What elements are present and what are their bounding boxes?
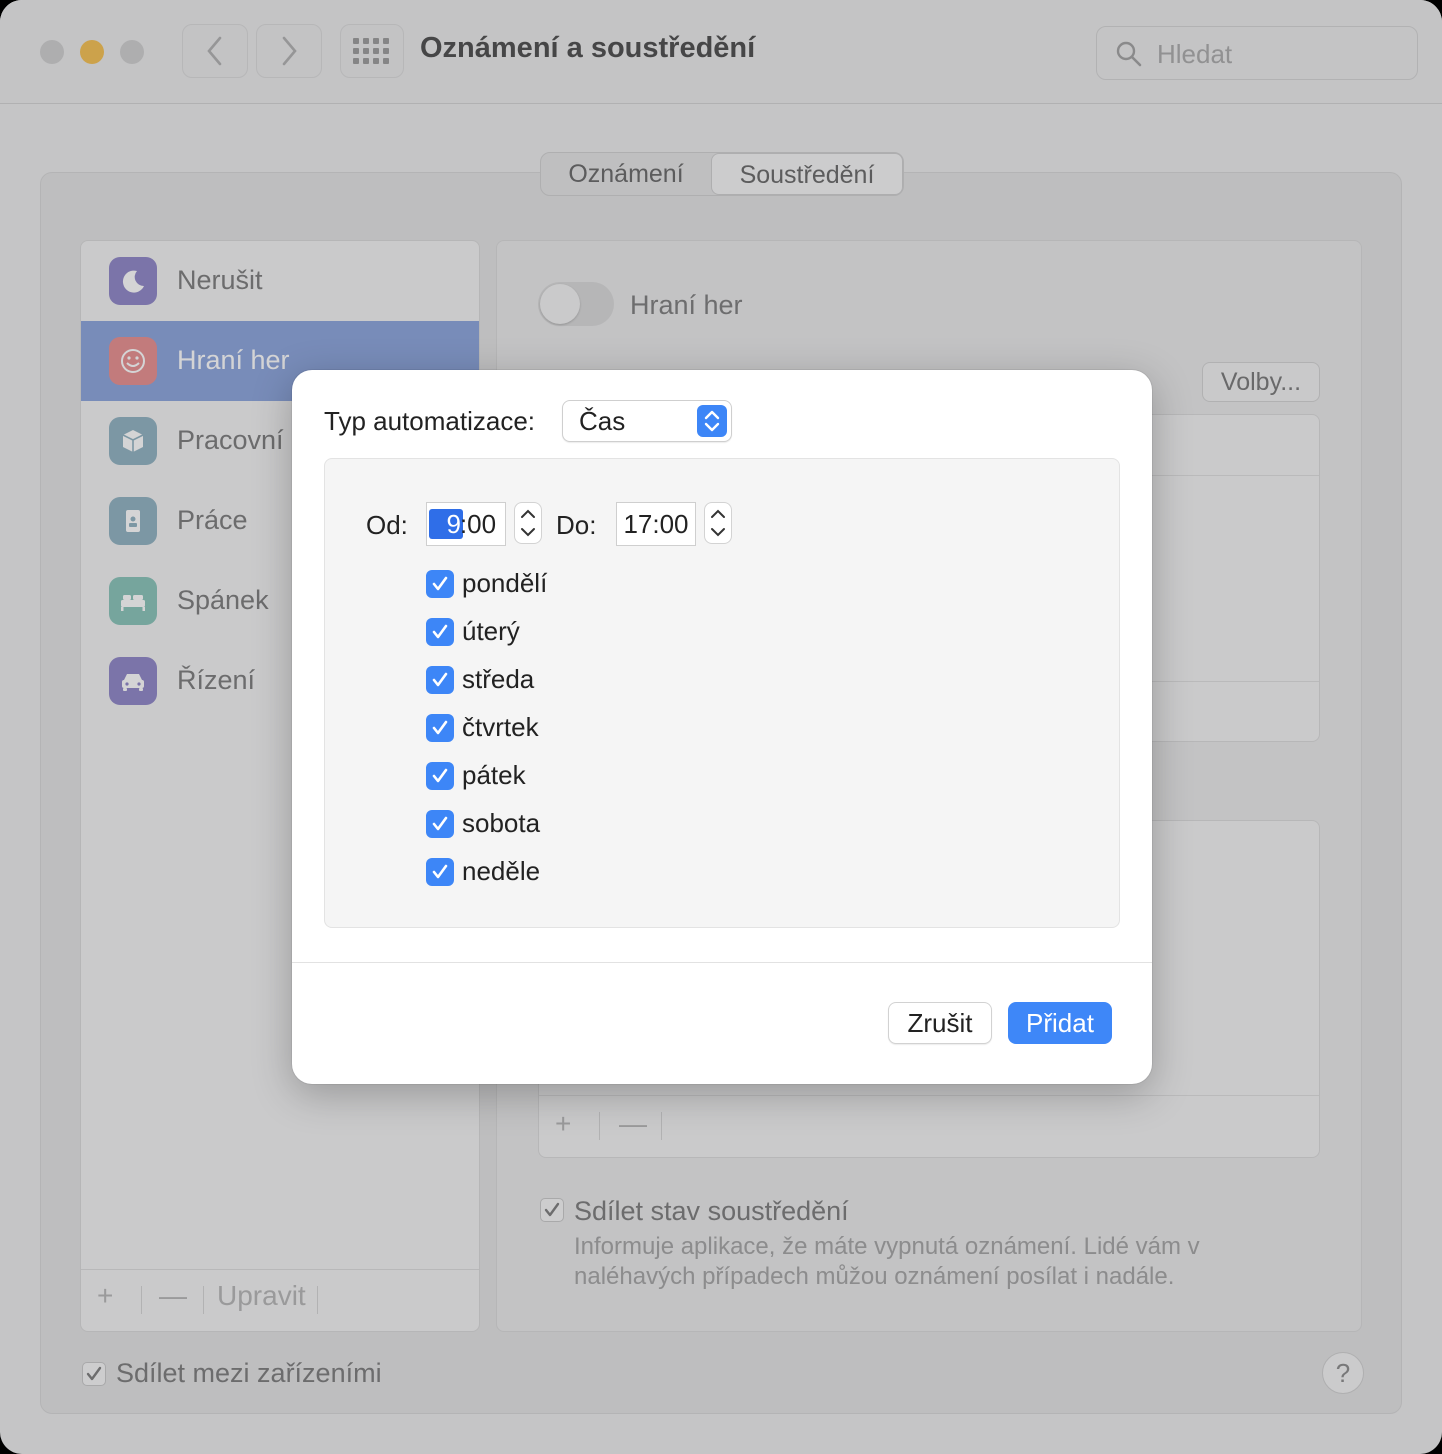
badge-icon [109,497,157,545]
checkmark-icon [432,720,448,735]
preferences-window: Oznámení a soustředění Oznámení Soustřed… [0,0,1442,1454]
toggle-knob [540,284,580,324]
day-label: úterý [462,616,520,646]
sidebar-item-label: Pracovní [177,425,284,455]
share-focus-status-description: Informuje aplikace, že máte vypnutá ozná… [574,1233,1200,1290]
from-time-rest: :00 [459,509,497,539]
tab-focus[interactable]: Soustředění [711,153,903,195]
minimize-window-button[interactable] [80,40,104,64]
checkmark-icon [432,672,448,687]
checkbox-checked[interactable] [426,570,454,598]
share-across-devices-checkbox[interactable] [82,1362,106,1386]
automation-type-popup[interactable]: Čas [562,400,732,442]
checkbox-checked[interactable] [426,762,454,790]
checkbox-checked[interactable] [426,714,454,742]
day-label: neděle [462,856,541,886]
stepper-arrows-icon [711,509,725,537]
up-down-arrows-icon [697,405,727,437]
bed-icon [109,577,157,625]
checkmark-icon [544,1202,560,1217]
day-label: pátek [462,760,526,790]
smiley-icon [109,337,157,385]
share-across-devices-label: Sdílet mezi zařízeními [116,1358,382,1388]
show-all-button[interactable] [340,24,404,78]
sidebar-item-label: Nerušit [177,265,263,295]
search-icon [1116,41,1142,67]
divider [203,1286,204,1314]
focus-toggle[interactable] [538,282,614,326]
add-automation-button[interactable]: + [555,1108,571,1140]
box-icon [109,417,157,465]
to-label: Do: [556,510,597,540]
sidebar-item-label: Řízení [177,665,256,695]
divider [141,1286,142,1314]
checkbox-checked[interactable] [426,618,454,646]
automation-type-label: Typ automatizace: [324,406,535,436]
allowed-notifications-panel [1140,414,1320,742]
from-label: Od: [366,510,408,540]
remove-automation-button[interactable]: — [619,1108,647,1140]
close-window-button[interactable] [40,40,64,64]
window-title: Oznámení a soustředění [420,32,756,64]
to-time-field[interactable]: 17:00 [616,502,696,546]
edit-button[interactable]: Upravit [217,1280,306,1312]
checkmark-icon [432,624,448,639]
divider [599,1112,600,1140]
sidebar-item-do-not-disturb[interactable]: Nerušit [81,241,479,321]
share-focus-status-label: Sdílet stav soustředění [574,1196,849,1226]
moon-icon [109,257,157,305]
checkbox-checked[interactable] [426,666,454,694]
add-button[interactable]: Přidat [1008,1002,1112,1044]
checkmark-icon [432,816,448,831]
checkbox-checked[interactable] [426,858,454,886]
checkmark-icon [432,768,448,783]
from-time-field[interactable]: 9 :00 [426,502,506,546]
automation-sheet: Typ automatizace: Čas Od: 9 :00 Do: 17:0… [292,370,1152,1084]
sidebar-item-label: Práce [177,505,248,535]
add-focus-button[interactable]: + [97,1280,113,1312]
sidebar-item-label: Hraní her [177,345,290,375]
divider [317,1286,318,1314]
search-box[interactable] [1096,26,1418,80]
tab-notifications[interactable]: Oznámení [541,153,711,195]
sidebar-item-label: Spánek [177,585,269,615]
day-label: středa [462,664,535,694]
automation-type-value: Čas [579,406,626,436]
options-button[interactable]: Volby... [1202,362,1320,402]
forward-button[interactable] [256,24,322,78]
cancel-button[interactable]: Zrušit [888,1002,992,1044]
checkmark-icon [432,864,448,879]
back-button[interactable] [182,24,248,78]
help-button[interactable]: ? [1322,1352,1364,1394]
focus-toggle-label: Hraní her [630,290,743,320]
zoom-window-button[interactable] [120,40,144,64]
chevron-right-icon [282,36,297,66]
day-label: sobota [462,808,541,838]
stepper-arrows-icon [521,509,535,537]
to-time-stepper[interactable] [704,502,732,544]
grid-icon [353,38,389,64]
tab-bar: Oznámení Soustředění [540,152,904,196]
titlebar: Oznámení a soustředění [0,0,1442,104]
checkbox-checked[interactable] [426,810,454,838]
remove-focus-button[interactable]: — [159,1280,187,1312]
sidebar-footer: + — Upravit [81,1269,479,1331]
automation-list-footer: + — [539,1095,1319,1157]
divider [661,1112,662,1140]
checkmark-icon [432,576,448,591]
day-label: čtvrtek [462,712,539,742]
sheet-divider [292,962,1152,963]
checkmark-icon [86,1366,102,1381]
share-focus-status-checkbox[interactable] [540,1198,564,1222]
chevron-left-icon [207,36,222,66]
from-time-stepper[interactable] [514,502,542,544]
search-input[interactable] [1155,36,1399,72]
car-icon [109,657,157,705]
to-time-value: 17:00 [623,509,689,539]
day-label: pondělí [462,568,548,598]
